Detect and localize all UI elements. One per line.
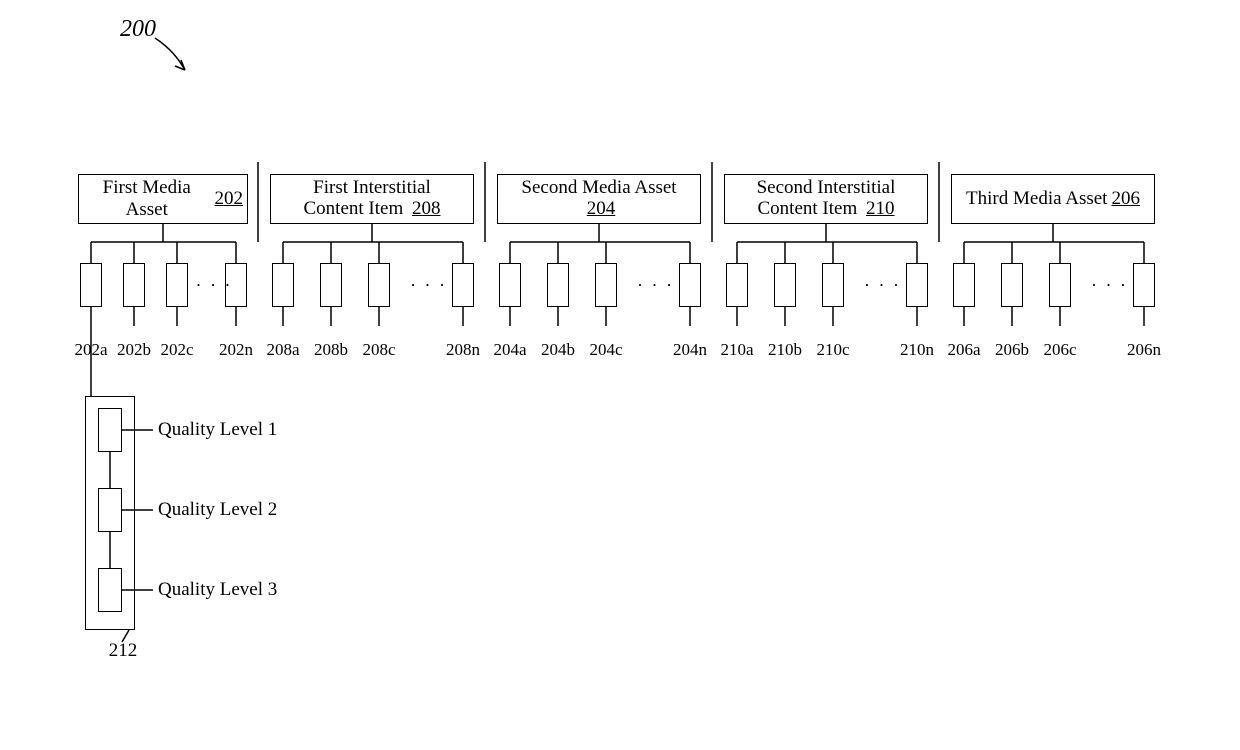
- box-label-line2: Content Item 210: [758, 199, 895, 220]
- box-label: First Media Asset: [83, 177, 211, 221]
- box-first-media-asset: First Media Asset 202: [78, 174, 248, 224]
- seg-206n: [1133, 263, 1155, 307]
- seg-202a: [80, 263, 102, 307]
- seg-204b: [547, 263, 569, 307]
- seg-210b: [774, 263, 796, 307]
- box-first-interstitial: First Interstitial Content Item 208: [270, 174, 474, 224]
- seg-210a: [726, 263, 748, 307]
- box-label-line1: Second Media Asset: [521, 178, 676, 199]
- seg-208n-label: 208n: [441, 340, 485, 360]
- seg-206c-label: 206c: [1038, 340, 1082, 360]
- seg-202a-label: 202a: [69, 340, 113, 360]
- seg-208c-label: 208c: [357, 340, 401, 360]
- box-ref: 202: [215, 188, 244, 210]
- seg-206a: [953, 263, 975, 307]
- seg-206c: [1049, 263, 1071, 307]
- seg-202n-label: 202n: [214, 340, 258, 360]
- seg-204c-label: 204c: [584, 340, 628, 360]
- seg-210a-label: 210a: [715, 340, 759, 360]
- seg-210n-ellipsis: · · ·: [864, 275, 901, 296]
- figure-number: 200: [120, 16, 156, 43]
- box-label-line2: Content Item 208: [304, 199, 441, 220]
- connector-lines: [0, 0, 1240, 750]
- seg-204n: [679, 263, 701, 307]
- box-second-interstitial: Second Interstitial Content Item 210: [724, 174, 928, 224]
- seg-210c: [822, 263, 844, 307]
- seg-208a: [272, 263, 294, 307]
- seg-210n: [906, 263, 928, 307]
- seg-208c: [368, 263, 390, 307]
- box-ref: 206: [1111, 188, 1140, 210]
- seg-208b: [320, 263, 342, 307]
- ql2-label: Quality Level 2: [158, 499, 277, 521]
- box-second-media-asset: Second Media Asset 204: [497, 174, 701, 224]
- ql2: [98, 488, 122, 532]
- seg-202b: [123, 263, 145, 307]
- seg-204n-ellipsis: · · ·: [637, 275, 674, 296]
- ql1-label: Quality Level 1: [158, 419, 277, 441]
- seg-210c-label: 210c: [811, 340, 855, 360]
- seg-204a-label: 204a: [488, 340, 532, 360]
- seg-202c-label: 202c: [155, 340, 199, 360]
- seg-208b-label: 208b: [309, 340, 353, 360]
- box-label: Third Media Asset: [966, 188, 1107, 210]
- seg-202n-ellipsis: · · ·: [196, 275, 233, 296]
- seg-206n-label: 206n: [1122, 340, 1166, 360]
- seg-206n-ellipsis: · · ·: [1091, 275, 1128, 296]
- box-third-media-asset: Third Media Asset 206: [951, 174, 1155, 224]
- seg-206a-label: 206a: [942, 340, 986, 360]
- seg-206b-label: 206b: [990, 340, 1034, 360]
- seg-208a-label: 208a: [261, 340, 305, 360]
- box-label-line1: First Interstitial: [313, 178, 431, 199]
- seg-204b-label: 204b: [536, 340, 580, 360]
- seg-202c: [166, 263, 188, 307]
- diagram-canvas: 200 First Media Asset 202 First Intersti…: [0, 0, 1240, 750]
- seg-204n-label: 204n: [668, 340, 712, 360]
- seg-208n-ellipsis: · · ·: [410, 275, 447, 296]
- seg-202b-label: 202b: [112, 340, 156, 360]
- seg-210n-label: 210n: [895, 340, 939, 360]
- seg-208n: [452, 263, 474, 307]
- seg-206b: [1001, 263, 1023, 307]
- ql3-label: Quality Level 3: [158, 579, 277, 601]
- quality-ref: 212: [98, 640, 148, 662]
- seg-210b-label: 210b: [763, 340, 807, 360]
- seg-204a: [499, 263, 521, 307]
- ql1: [98, 408, 122, 452]
- ql3: [98, 568, 122, 612]
- box-ref: 204: [587, 199, 616, 220]
- seg-204c: [595, 263, 617, 307]
- box-label-line1: Second Interstitial: [757, 178, 896, 199]
